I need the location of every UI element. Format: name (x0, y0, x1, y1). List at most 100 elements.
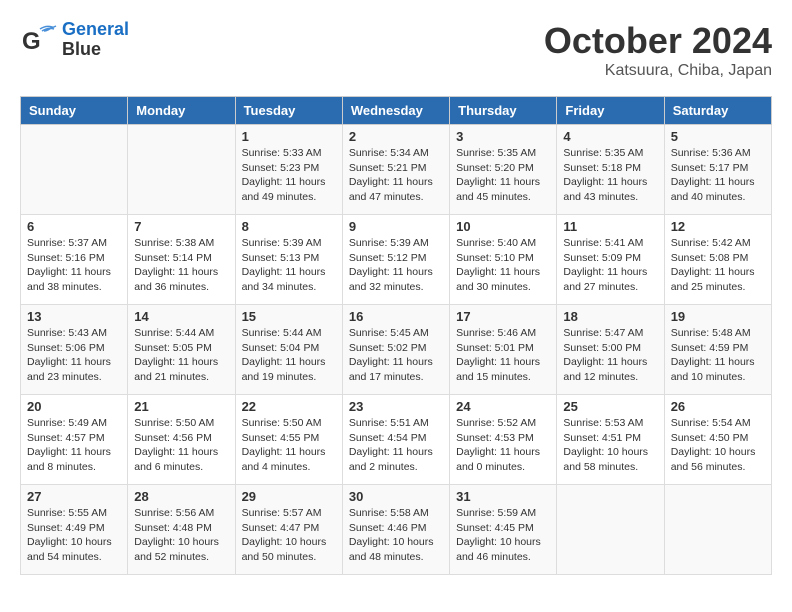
calendar-cell: 20Sunrise: 5:49 AM Sunset: 4:57 PM Dayli… (21, 395, 128, 485)
day-number: 2 (349, 129, 443, 144)
day-number: 28 (134, 489, 228, 504)
col-header-friday: Friday (557, 97, 664, 125)
day-number: 1 (242, 129, 336, 144)
calendar-cell: 23 Sunrise: 5:51 AM Sunset: 4:54 PM Dayli… (342, 395, 449, 485)
cell-content: Sunrise: 5:39 AM Sunset: 5:12 PM Dayligh… (349, 236, 443, 295)
cell-content: Sunrise: 5:36 AM Sunset: 5:17 PM Dayligh… (671, 146, 765, 205)
day-number: 29 (242, 489, 336, 504)
calendar-cell: 19 Sunrise: 5:48 AM Sunset: 4:59 PM Dayli… (664, 305, 771, 395)
cell-content: Sunrise: 5:46 AM Sunset: 5:01 PM Dayligh… (456, 326, 550, 385)
cell-content: Sunrise: 5:38 AM Sunset: 5:14 PM Dayligh… (134, 236, 228, 295)
calendar-cell: 2 Sunrise: 5:34 AM Sunset: 5:21 PM Daylig… (342, 125, 449, 215)
calendar-cell: 3Sunrise: 5:35 AM Sunset: 5:20 PM Daylig… (450, 125, 557, 215)
calendar-cell: 31 Sunrise: 5:59 AM Sunset: 4:45 PM Dayli… (450, 485, 557, 575)
day-number: 21 (134, 399, 228, 414)
calendar-cell (128, 125, 235, 215)
calendar-cell: 5 Sunrise: 5:36 AM Sunset: 5:17 PM Daylig… (664, 125, 771, 215)
cell-content: Sunrise: 5:37 AM Sunset: 5:16 PM Dayligh… (27, 236, 121, 295)
calendar-cell: 16Sunrise: 5:45 AM Sunset: 5:02 PM Dayli… (342, 305, 449, 395)
logo-blue: Blue (62, 40, 129, 60)
day-number: 11 (563, 219, 657, 234)
cell-content: Sunrise: 5:41 AM Sunset: 5:09 PM Dayligh… (563, 236, 657, 295)
day-number: 17 (456, 309, 550, 324)
cell-content: Sunrise: 5:43 AM Sunset: 5:06 PM Dayligh… (27, 326, 121, 385)
calendar-cell: 13 Sunrise: 5:43 AM Sunset: 5:06 PM Dayli… (21, 305, 128, 395)
calendar-cell: 26Sunrise: 5:54 AM Sunset: 4:50 PM Dayli… (664, 395, 771, 485)
col-header-thursday: Thursday (450, 97, 557, 125)
page-header: G General Blue October 2024 Katsuura, Ch… (20, 20, 772, 80)
day-number: 31 (456, 489, 550, 504)
day-number: 22 (242, 399, 336, 414)
calendar-cell: 25Sunrise: 5:53 AM Sunset: 4:51 PM Dayli… (557, 395, 664, 485)
col-header-tuesday: Tuesday (235, 97, 342, 125)
cell-content: Sunrise: 5:48 AM Sunset: 4:59 PM Dayligh… (671, 326, 765, 385)
col-header-monday: Monday (128, 97, 235, 125)
calendar-cell: 7 Sunrise: 5:38 AM Sunset: 5:14 PM Daylig… (128, 215, 235, 305)
cell-content: Sunrise: 5:34 AM Sunset: 5:21 PM Dayligh… (349, 146, 443, 205)
calendar-cell: 6 Sunrise: 5:37 AM Sunset: 5:16 PM Daylig… (21, 215, 128, 305)
day-number: 8 (242, 219, 336, 234)
calendar-cell (21, 125, 128, 215)
cell-content: Sunrise: 5:58 AM Sunset: 4:46 PM Dayligh… (349, 506, 443, 565)
calendar-cell (664, 485, 771, 575)
calendar-cell: 11 Sunrise: 5:41 AM Sunset: 5:09 PM Dayli… (557, 215, 664, 305)
calendar-cell: 4Sunrise: 5:35 AM Sunset: 5:18 PM Daylig… (557, 125, 664, 215)
calendar-cell: 30 Sunrise: 5:58 AM Sunset: 4:46 PM Dayli… (342, 485, 449, 575)
logo-general: General (62, 19, 129, 39)
cell-content: Sunrise: 5:40 AM Sunset: 5:10 PM Dayligh… (456, 236, 550, 295)
calendar-cell: 21 Sunrise: 5:50 AM Sunset: 4:56 PM Dayli… (128, 395, 235, 485)
day-number: 12 (671, 219, 765, 234)
calendar-table: SundayMondayTuesdayWednesdayThursdayFrid… (20, 96, 772, 575)
day-number: 19 (671, 309, 765, 324)
week-row-1: 1 Sunrise: 5:33 AM Sunset: 5:23 PM Daylig… (21, 125, 772, 215)
calendar-cell (557, 485, 664, 575)
day-number: 24 (456, 399, 550, 414)
day-number: 16 (349, 309, 443, 324)
calendar-cell: 28 Sunrise: 5:56 AM Sunset: 4:48 PM Dayli… (128, 485, 235, 575)
calendar-cell: 10 Sunrise: 5:40 AM Sunset: 5:10 PM Dayli… (450, 215, 557, 305)
cell-content: Sunrise: 5:54 AM Sunset: 4:50 PM Dayligh… (671, 416, 765, 475)
day-number: 4 (563, 129, 657, 144)
week-row-4: 20Sunrise: 5:49 AM Sunset: 4:57 PM Dayli… (21, 395, 772, 485)
cell-content: Sunrise: 5:57 AM Sunset: 4:47 PM Dayligh… (242, 506, 336, 565)
calendar-cell: 14 Sunrise: 5:44 AM Sunset: 5:05 PM Dayli… (128, 305, 235, 395)
day-number: 13 (27, 309, 121, 324)
day-number: 9 (349, 219, 443, 234)
cell-content: Sunrise: 5:44 AM Sunset: 5:05 PM Dayligh… (134, 326, 228, 385)
calendar-cell: 24 Sunrise: 5:52 AM Sunset: 4:53 PM Dayli… (450, 395, 557, 485)
day-number: 30 (349, 489, 443, 504)
cell-content: Sunrise: 5:47 AM Sunset: 5:00 PM Dayligh… (563, 326, 657, 385)
day-number: 27 (27, 489, 121, 504)
cell-content: Sunrise: 5:49 AM Sunset: 4:57 PM Dayligh… (27, 416, 121, 475)
svg-text:G: G (22, 28, 41, 55)
day-number: 14 (134, 309, 228, 324)
col-header-wednesday: Wednesday (342, 97, 449, 125)
calendar-cell: 27 Sunrise: 5:55 AM Sunset: 4:49 PM Dayli… (21, 485, 128, 575)
day-number: 5 (671, 129, 765, 144)
col-header-sunday: Sunday (21, 97, 128, 125)
calendar-cell: 12 Sunrise: 5:42 AM Sunset: 5:08 PM Dayli… (664, 215, 771, 305)
calendar-cell: 15Sunrise: 5:44 AM Sunset: 5:04 PM Dayli… (235, 305, 342, 395)
cell-content: Sunrise: 5:39 AM Sunset: 5:13 PM Dayligh… (242, 236, 336, 295)
day-number: 3 (456, 129, 550, 144)
cell-content: Sunrise: 5:56 AM Sunset: 4:48 PM Dayligh… (134, 506, 228, 565)
day-number: 25 (563, 399, 657, 414)
col-header-saturday: Saturday (664, 97, 771, 125)
day-number: 23 (349, 399, 443, 414)
day-number: 15 (242, 309, 336, 324)
day-number: 7 (134, 219, 228, 234)
calendar-cell: 29 Sunrise: 5:57 AM Sunset: 4:47 PM Dayli… (235, 485, 342, 575)
day-number: 10 (456, 219, 550, 234)
cell-content: Sunrise: 5:42 AM Sunset: 5:08 PM Dayligh… (671, 236, 765, 295)
calendar-cell: 1 Sunrise: 5:33 AM Sunset: 5:23 PM Daylig… (235, 125, 342, 215)
cell-content: Sunrise: 5:33 AM Sunset: 5:23 PM Dayligh… (242, 146, 336, 205)
week-row-3: 13 Sunrise: 5:43 AM Sunset: 5:06 PM Dayli… (21, 305, 772, 395)
day-number: 6 (27, 219, 121, 234)
cell-content: Sunrise: 5:52 AM Sunset: 4:53 PM Dayligh… (456, 416, 550, 475)
cell-content: Sunrise: 5:59 AM Sunset: 4:45 PM Dayligh… (456, 506, 550, 565)
location: Katsuura, Chiba, Japan (544, 62, 772, 80)
cell-content: Sunrise: 5:50 AM Sunset: 4:56 PM Dayligh… (134, 416, 228, 475)
month-title: October 2024 (544, 20, 772, 62)
cell-content: Sunrise: 5:55 AM Sunset: 4:49 PM Dayligh… (27, 506, 121, 565)
cell-content: Sunrise: 5:51 AM Sunset: 4:54 PM Dayligh… (349, 416, 443, 475)
